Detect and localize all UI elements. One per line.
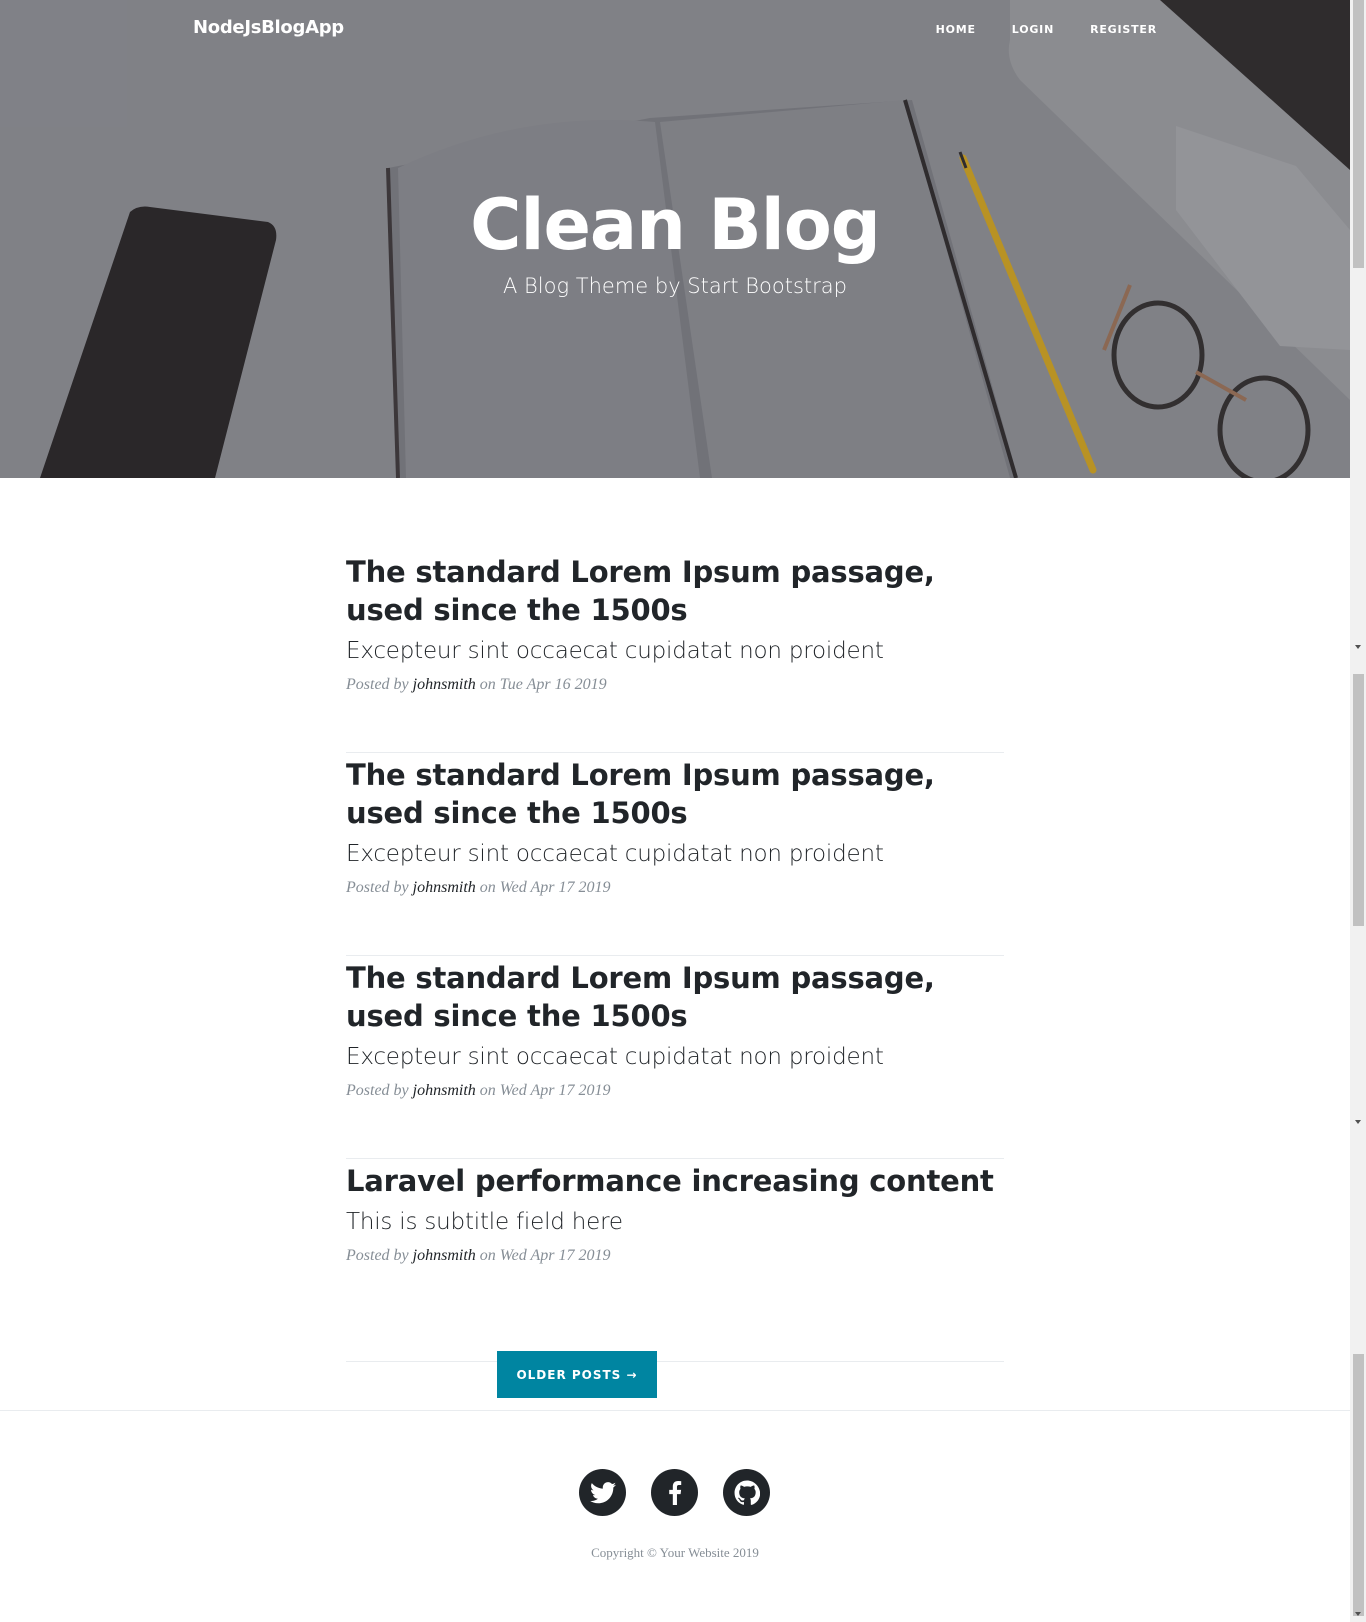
- nav-login[interactable]: LOGIN: [1012, 23, 1054, 36]
- page-scrollbar[interactable]: [1350, 0, 1366, 1622]
- navbar: NodeJsBlogApp HOME LOGIN REGISTER: [0, 0, 1350, 60]
- post-date: Wed Apr 17 2019: [499, 1082, 611, 1099]
- footer: Copyright © Your Website 2019: [0, 1410, 1350, 1622]
- post-link[interactable]: The standard Lorem Ipsum passage, used s…: [346, 956, 1004, 1072]
- site-subtitle: A Blog Theme by Start Bootstrap: [503, 274, 847, 298]
- scroll-down-arrow-icon[interactable]: [1355, 1612, 1361, 1616]
- posted-by-label: Posted by: [346, 1082, 409, 1099]
- post-link[interactable]: The standard Lorem Ipsum passage, used s…: [346, 550, 1004, 666]
- masthead: NodeJsBlogApp HOME LOGIN REGISTER Clean …: [0, 0, 1350, 478]
- social-links: [579, 1469, 770, 1516]
- post-subtitle[interactable]: This is subtitle field here: [346, 1207, 1004, 1237]
- author-link[interactable]: johnsmith: [413, 676, 476, 693]
- github-link[interactable]: [723, 1469, 770, 1516]
- post-preview: Laravel performance increasing content T…: [346, 1159, 1004, 1362]
- posted-by-label: Posted by: [346, 1247, 409, 1264]
- scrollbar-thumb-bottom[interactable]: [1353, 1354, 1364, 1616]
- author-link[interactable]: johnsmith: [413, 1082, 476, 1099]
- post-date: Wed Apr 17 2019: [499, 879, 611, 896]
- post-meta: Posted by johnsmith on Wed Apr 17 2019: [346, 879, 1004, 897]
- post-preview: The standard Lorem Ipsum passage, used s…: [346, 956, 1004, 1159]
- twitter-icon: [589, 1481, 616, 1503]
- posted-by-label: Posted by: [346, 879, 409, 896]
- scroll-down-arrow-icon[interactable]: [1355, 645, 1361, 649]
- copyright: Copyright © Your Website 2019: [591, 1545, 759, 1560]
- post-preview: The standard Lorem Ipsum passage, used s…: [346, 550, 1004, 753]
- post-title[interactable]: Laravel performance increasing content: [346, 1162, 1004, 1200]
- nav-links: HOME LOGIN REGISTER: [936, 23, 1157, 36]
- post-subtitle[interactable]: Excepteur sint occaecat cupidatat non pr…: [346, 636, 1004, 666]
- scroll-down-arrow-icon[interactable]: [1355, 1120, 1361, 1124]
- on-label: on: [479, 676, 496, 693]
- scrollbar-thumb-top[interactable]: [1353, 0, 1364, 268]
- on-label: on: [479, 1247, 496, 1264]
- post-list: The standard Lorem Ipsum passage, used s…: [346, 550, 1004, 1362]
- post-preview: The standard Lorem Ipsum passage, used s…: [346, 753, 1004, 956]
- twitter-link[interactable]: [579, 1469, 626, 1516]
- post-title[interactable]: The standard Lorem Ipsum passage, used s…: [346, 553, 1004, 629]
- nav-home[interactable]: HOME: [936, 23, 976, 36]
- older-posts-button[interactable]: OLDER POSTS →: [497, 1351, 657, 1398]
- post-subtitle[interactable]: Excepteur sint occaecat cupidatat non pr…: [346, 1042, 1004, 1072]
- on-label: on: [479, 1082, 496, 1099]
- post-title[interactable]: The standard Lorem Ipsum passage, used s…: [346, 756, 1004, 832]
- site-heading: Clean Blog A Blog Theme by Start Bootstr…: [0, 180, 1350, 302]
- post-link[interactable]: The standard Lorem Ipsum passage, used s…: [346, 753, 1004, 869]
- scrollbar-thumb-middle[interactable]: [1353, 674, 1364, 926]
- post-meta: Posted by johnsmith on Wed Apr 17 2019: [346, 1082, 1004, 1100]
- post-date: Tue Apr 16 2019: [499, 676, 607, 693]
- post-meta: Posted by johnsmith on Tue Apr 16 2019: [346, 676, 1004, 694]
- nav-register[interactable]: REGISTER: [1090, 23, 1157, 36]
- pager: OLDER POSTS →: [497, 1351, 657, 1398]
- facebook-icon: [668, 1480, 681, 1505]
- github-icon: [734, 1480, 760, 1505]
- site-title: Clean Blog: [470, 184, 881, 266]
- post-subtitle[interactable]: Excepteur sint occaecat cupidatat non pr…: [346, 839, 1004, 869]
- author-link[interactable]: johnsmith: [413, 879, 476, 896]
- author-link[interactable]: johnsmith: [413, 1247, 476, 1264]
- brand-link[interactable]: NodeJsBlogApp: [193, 17, 344, 38]
- post-date: Wed Apr 17 2019: [499, 1247, 611, 1264]
- post-title[interactable]: The standard Lorem Ipsum passage, used s…: [346, 959, 1004, 1035]
- facebook-link[interactable]: [651, 1469, 698, 1516]
- on-label: on: [479, 879, 496, 896]
- posted-by-label: Posted by: [346, 676, 409, 693]
- post-link[interactable]: Laravel performance increasing content T…: [346, 1159, 1004, 1237]
- post-meta: Posted by johnsmith on Wed Apr 17 2019: [346, 1247, 1004, 1265]
